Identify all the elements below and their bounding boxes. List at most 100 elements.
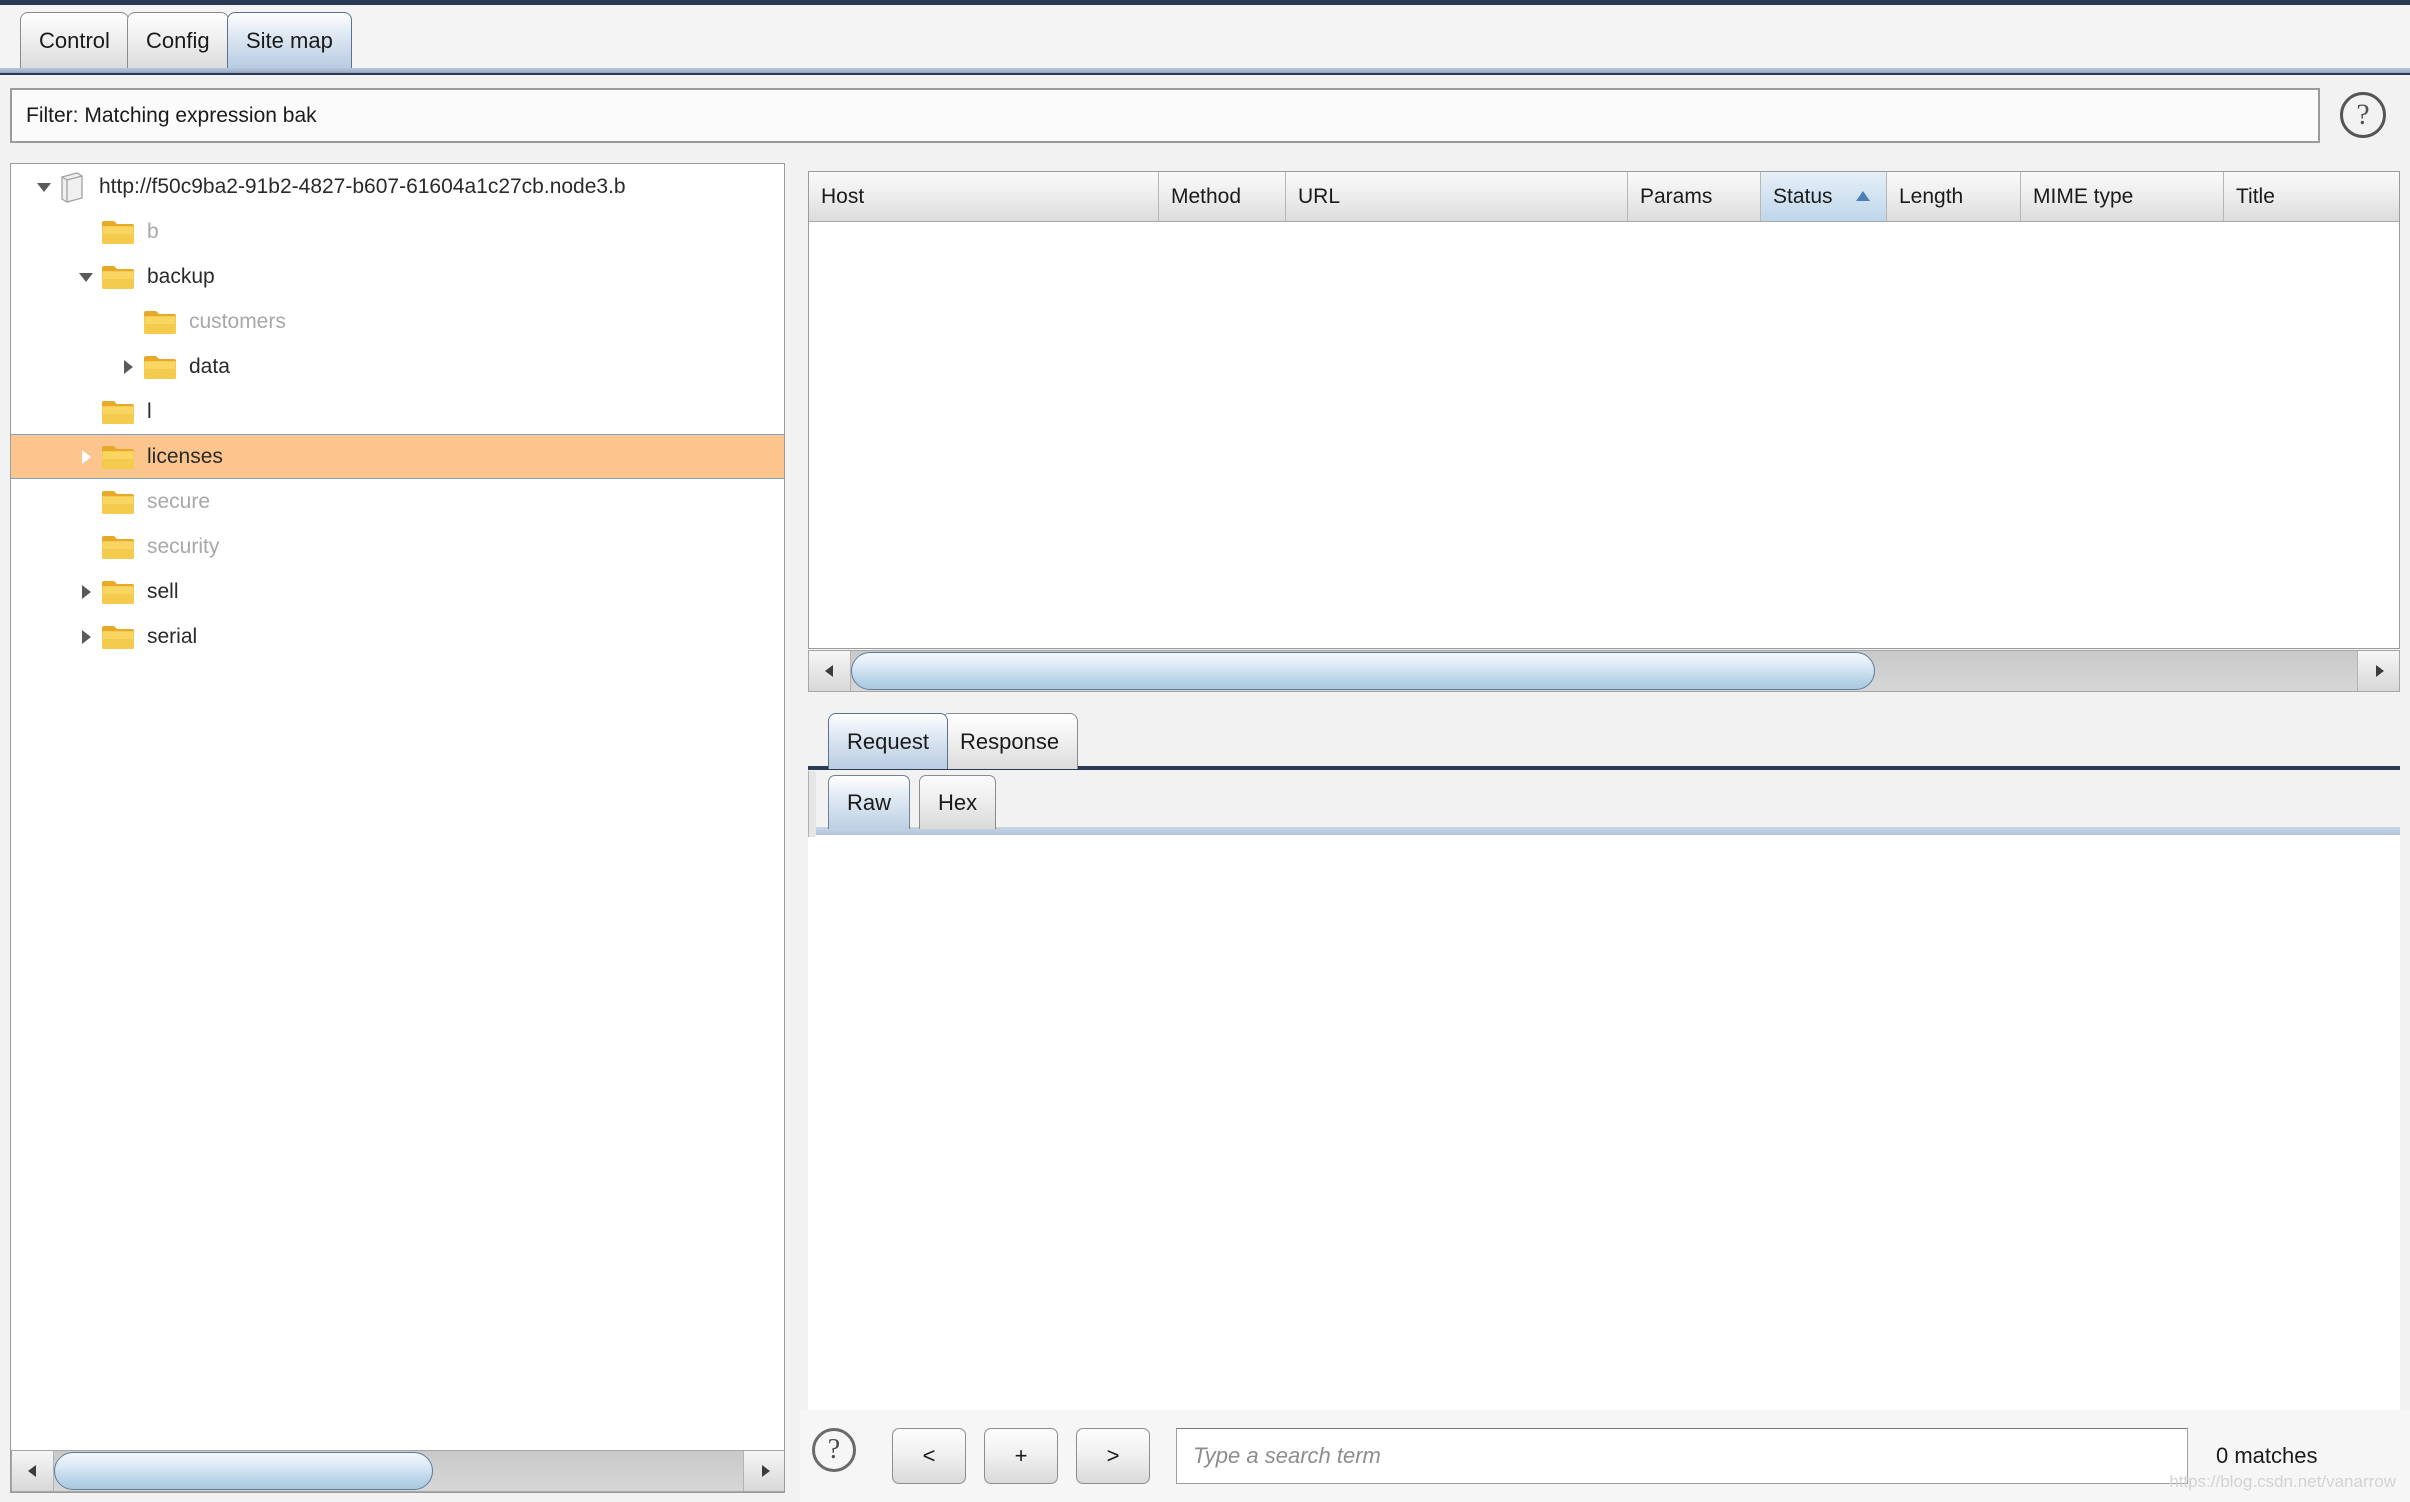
main-tab-bar: Control Config Site map: [0, 0, 2410, 70]
tree-node-label: licenses: [147, 446, 223, 467]
tree-horizontal-scrollbar[interactable]: [11, 1450, 785, 1492]
sort-ascending-icon: [1854, 185, 1872, 209]
tree-collapse-toggle-icon[interactable]: [29, 164, 59, 209]
table-header-mime-type[interactable]: MIME type: [2021, 172, 2224, 221]
search-add-button[interactable]: +: [984, 1428, 1058, 1484]
tab-bar-underline: [0, 68, 2410, 75]
search-input[interactable]: Type a search term: [1176, 1428, 2188, 1484]
table-horizontal-scrollbar[interactable]: [808, 650, 2400, 692]
search-input-placeholder: Type a search term: [1193, 1443, 1381, 1469]
question-circle-icon[interactable]: ?: [812, 1428, 856, 1472]
folder-icon: [143, 308, 177, 336]
tree-node[interactable]: l: [11, 389, 785, 434]
scroll-right-arrow-icon[interactable]: [743, 1451, 785, 1491]
scroll-right-arrow-icon[interactable]: [2357, 651, 2399, 691]
table-scroll-thumb[interactable]: [851, 652, 1875, 690]
tab-control-label: Control: [39, 28, 110, 54]
table-scroll-track[interactable]: [851, 651, 2357, 691]
tree-expand-toggle-icon[interactable]: [71, 434, 101, 479]
tree-node[interactable]: data: [11, 344, 785, 389]
table-header-row: Host Method URL Params Status Length MIME type…: [809, 172, 2399, 222]
view-tab-bar: Raw Hex: [808, 773, 2400, 835]
tree-collapse-toggle-icon[interactable]: [71, 254, 101, 299]
tree-node[interactable]: serial: [11, 614, 785, 659]
tree-node[interactable]: backup: [11, 254, 785, 299]
site-map-tree[interactable]: http://f50c9ba2-91b2-4827-b607-61604a1c2…: [11, 164, 785, 1446]
table-header-params[interactable]: Params: [1628, 172, 1761, 221]
tab-hex[interactable]: Hex: [919, 775, 996, 829]
table-header-host[interactable]: Host: [809, 172, 1159, 221]
folder-icon: [101, 443, 135, 471]
folder-icon: [101, 218, 135, 246]
tree-node-label: sell: [147, 581, 179, 602]
table-header-label: URL: [1298, 185, 1340, 209]
folder-icon: [101, 263, 135, 291]
folder-icon: [101, 578, 135, 606]
folder-icon: [143, 353, 177, 381]
tab-response-label: Response: [960, 729, 1059, 755]
burp-suite-window: Control Config Site map Filter: Matching…: [0, 0, 2410, 1502]
question-circle-icon[interactable]: ?: [2340, 92, 2386, 138]
search-prev-button[interactable]: <: [892, 1428, 966, 1484]
table-header-method[interactable]: Method: [1159, 172, 1286, 221]
table-header-label: Host: [821, 185, 864, 209]
table-header-title[interactable]: Title: [2224, 172, 2400, 221]
tab-config-label: Config: [146, 28, 210, 54]
tree-node[interactable]: customers: [11, 299, 785, 344]
message-tab-bar: Request Response: [808, 709, 2400, 769]
filter-bar-text: Filter: Matching expression bak: [26, 104, 317, 128]
message-editor[interactable]: [808, 835, 2400, 1502]
scroll-left-arrow-icon[interactable]: [809, 651, 851, 691]
table-header-label: MIME type: [2033, 185, 2133, 209]
tab-request[interactable]: Request: [828, 713, 948, 769]
tab-request-label: Request: [847, 729, 929, 755]
tree-node-label: data: [189, 356, 230, 377]
tree-node-label: backup: [147, 266, 215, 287]
tree-node-label: customers: [189, 311, 286, 332]
scroll-left-arrow-icon[interactable]: [12, 1451, 54, 1491]
folder-icon: [101, 533, 135, 561]
folder-icon: [101, 488, 135, 516]
tree-node[interactable]: security: [11, 524, 785, 569]
host-icon: [59, 171, 85, 203]
table-header-label: Status: [1773, 185, 1833, 209]
table-header-length[interactable]: Length: [1887, 172, 2021, 221]
table-header-status[interactable]: Status: [1761, 172, 1887, 221]
http-history-table-panel: Host Method URL Params Status Length MIME type…: [808, 171, 2400, 649]
right-pane: Host Method URL Params Status Length MIME type…: [800, 163, 2400, 1493]
table-header-label: Method: [1171, 185, 1241, 209]
tree-scroll-track[interactable]: [54, 1451, 743, 1491]
tab-control[interactable]: Control: [20, 12, 129, 68]
tree-node-label: serial: [147, 626, 197, 647]
table-header-url[interactable]: URL: [1286, 172, 1628, 221]
table-header-label: Params: [1640, 185, 1712, 209]
tree-node-label: l: [147, 401, 152, 422]
search-add-label: +: [1015, 1443, 1028, 1469]
tab-hex-label: Hex: [938, 790, 977, 816]
tab-raw[interactable]: Raw: [828, 775, 910, 829]
tree-node[interactable]: b: [11, 209, 785, 254]
tab-response[interactable]: Response: [941, 713, 1078, 769]
table-header-label: Title: [2236, 185, 2275, 209]
tree-scroll-thumb[interactable]: [54, 1452, 433, 1490]
filter-bar[interactable]: Filter: Matching expression bak: [10, 88, 2320, 143]
tree-node-label: security: [147, 536, 219, 557]
editor-left-rail: [808, 771, 816, 837]
tab-site-map-label: Site map: [246, 28, 333, 54]
tree-expand-toggle-icon[interactable]: [71, 614, 101, 659]
search-next-button[interactable]: >: [1076, 1428, 1150, 1484]
folder-icon: [101, 623, 135, 651]
tree-toggle-spacer: [71, 389, 101, 434]
tree-expand-toggle-icon[interactable]: [71, 569, 101, 614]
tree-node-label: b: [147, 221, 159, 242]
tree-expand-toggle-icon[interactable]: [113, 344, 143, 389]
table-body[interactable]: [809, 222, 2399, 608]
tree-node[interactable]: secure: [11, 479, 785, 524]
tab-config[interactable]: Config: [127, 12, 229, 68]
search-matches-count: 0 matches: [2216, 1443, 2318, 1469]
tree-node-root[interactable]: http://f50c9ba2-91b2-4827-b607-61604a1c2…: [11, 164, 785, 209]
tree-node[interactable]: licenses: [11, 434, 785, 479]
tree-node[interactable]: sell: [11, 569, 785, 614]
tab-site-map[interactable]: Site map: [227, 12, 352, 68]
tab-raw-label: Raw: [847, 790, 891, 816]
